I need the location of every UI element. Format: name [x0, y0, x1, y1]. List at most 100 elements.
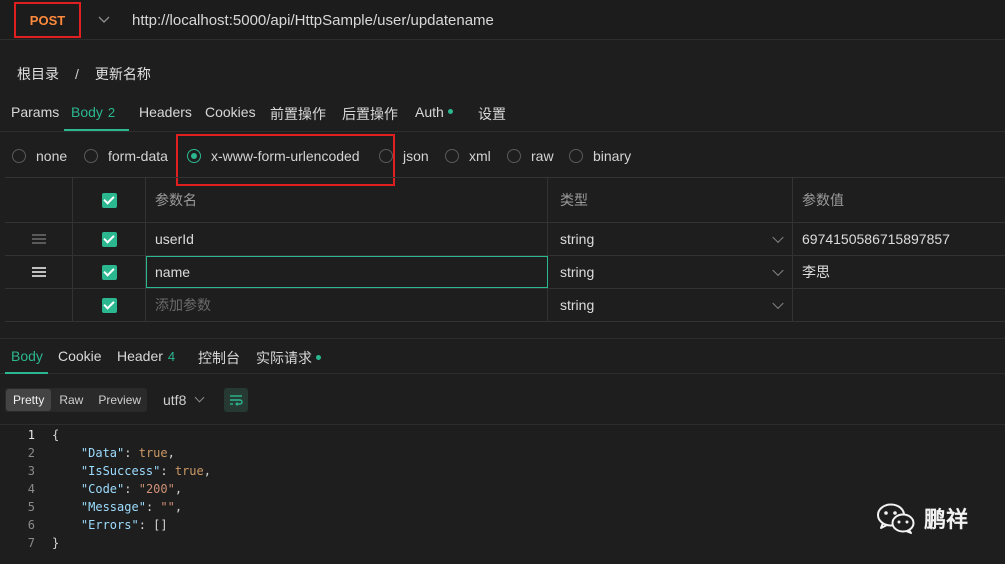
tab-response-header[interactable]: Header 4: [117, 348, 175, 364]
json-value: "200": [138, 482, 175, 496]
param-name-cell[interactable]: userId: [146, 223, 548, 255]
code-line: 3 "IsSuccess": true,: [0, 462, 1005, 480]
view-preview-button[interactable]: Preview: [91, 389, 148, 411]
code-text: "IsSuccess": true,: [80, 464, 211, 478]
view-pretty-button[interactable]: Pretty: [6, 389, 52, 411]
drag-handle-icon: [31, 267, 46, 277]
line-number: 5: [27, 500, 35, 514]
word-wrap-button[interactable]: [224, 388, 248, 412]
header-param-value: 参数值: [802, 192, 844, 208]
radio-binary-label: binary: [593, 148, 632, 164]
tab-body[interactable]: Body 2: [71, 104, 115, 120]
chevron-down-icon: [772, 264, 784, 277]
line-number: 7: [27, 536, 35, 550]
tab-response-header-label: Header: [117, 348, 163, 364]
tab-auth-label: Auth: [415, 104, 444, 120]
breadcrumb-current: 更新名称: [94, 66, 151, 82]
json-key: "Errors": [80, 518, 139, 532]
code-text: "Data": true,: [80, 446, 175, 460]
radio-circle-icon: [507, 149, 521, 163]
active-tab-indicator: [5, 372, 48, 374]
radio-xml[interactable]: xml: [445, 148, 491, 164]
radio-circle-icon: [445, 149, 459, 163]
drag-handle-empty: [5, 289, 73, 321]
param-value-cell[interactable]: 6974150586715897857: [793, 223, 1005, 255]
param-type-select[interactable]: string: [548, 256, 793, 288]
drag-handle-icon: [31, 234, 46, 244]
breadcrumb-root[interactable]: 根目录: [17, 64, 59, 84]
code-text: "Errors": []: [80, 518, 168, 532]
param-value-cell[interactable]: [793, 289, 1005, 321]
active-tab-indicator: [64, 129, 129, 131]
body-type-group: none form-data x-www-form-urlencoded jso…: [0, 140, 1005, 174]
chevron-down-icon: [194, 392, 205, 403]
json-key: "Code": [80, 482, 125, 496]
radio-circle-icon: [84, 149, 98, 163]
tab-post-operation[interactable]: 后置操作: [342, 104, 398, 124]
json-value: true: [174, 464, 204, 478]
radio-form-data[interactable]: form-data: [84, 148, 168, 164]
json-value: "": [160, 500, 175, 514]
wrap-lines-icon: [230, 395, 243, 406]
param-table: 参数名 类型 参数值 userId string 697415058671589…: [5, 177, 1005, 322]
add-param-input[interactable]: 添加参数: [146, 289, 548, 321]
code-line: 1{: [0, 426, 1005, 444]
json-value: true: [138, 446, 168, 460]
radio-binary[interactable]: binary: [569, 148, 631, 164]
line-number: 1: [27, 428, 35, 442]
breadcrumb: 根目录 / 更新名称: [17, 64, 151, 84]
line-number: 4: [27, 482, 35, 496]
row-checkbox[interactable]: [101, 264, 117, 280]
code-line: 5 "Message": "",: [0, 498, 1005, 516]
param-value-cell[interactable]: 李思: [793, 256, 1005, 288]
table-row: name string 李思: [5, 256, 1005, 289]
line-number: 3: [27, 464, 35, 478]
method-select[interactable]: POST: [14, 2, 81, 38]
chevron-down-icon: [772, 297, 784, 310]
param-type-value: string: [560, 231, 595, 247]
chevron-down-icon: [772, 231, 784, 244]
tab-headers[interactable]: Headers: [139, 104, 192, 120]
radio-none[interactable]: none: [12, 148, 67, 164]
drag-handle[interactable]: [5, 256, 73, 288]
tab-params[interactable]: Params: [11, 104, 59, 120]
tab-pre-operation[interactable]: 前置操作: [270, 104, 326, 124]
breadcrumb-separator: /: [75, 66, 79, 82]
tab-response-cookie[interactable]: Cookie: [58, 348, 102, 364]
encoding-select[interactable]: utf8: [163, 392, 205, 408]
encoding-value: utf8: [163, 392, 187, 408]
radio-raw-label: raw: [531, 148, 554, 164]
url-input[interactable]: [132, 8, 992, 32]
select-all-checkbox[interactable]: [101, 192, 117, 208]
tab-body-label: Body: [71, 104, 103, 120]
tab-settings[interactable]: 设置: [478, 104, 506, 124]
param-type-select[interactable]: string: [548, 289, 793, 321]
drag-handle[interactable]: [5, 223, 73, 255]
radio-json-label: json: [403, 148, 429, 164]
row-checkbox[interactable]: [101, 231, 117, 247]
tab-cookies[interactable]: Cookies: [205, 104, 256, 120]
response-code-view[interactable]: 1{ 2 "Data": true, 3 "IsSuccess": true, …: [0, 424, 1005, 564]
row-check-cell: [73, 256, 146, 288]
tab-actual-request[interactable]: 实际请求: [256, 348, 321, 368]
radio-raw[interactable]: raw: [507, 148, 554, 164]
tab-console[interactable]: 控制台: [198, 348, 240, 368]
table-row: userId string 6974150586715897857: [5, 223, 1005, 256]
param-type-value: string: [560, 264, 595, 280]
json-key: "Data": [80, 446, 125, 460]
code-line: 4 "Code": "200",: [0, 480, 1005, 498]
table-row-add: 添加参数 string: [5, 289, 1005, 322]
row-checkbox[interactable]: [101, 297, 117, 313]
response-view-bar: Pretty Raw Preview utf8: [0, 386, 1005, 416]
header-check-cell: [73, 178, 146, 222]
view-raw-button[interactable]: Raw: [52, 389, 90, 411]
line-number: 6: [27, 518, 35, 532]
code-text: "Code": "200",: [80, 482, 183, 496]
chevron-down-icon[interactable]: [96, 10, 112, 30]
tab-auth[interactable]: Auth: [415, 104, 453, 120]
tab-response-body[interactable]: Body: [11, 348, 43, 364]
radio-xml-label: xml: [469, 148, 491, 164]
param-type-select[interactable]: string: [548, 223, 793, 255]
header-param-type: 类型: [548, 178, 793, 222]
json-key: "Message": [80, 500, 146, 514]
